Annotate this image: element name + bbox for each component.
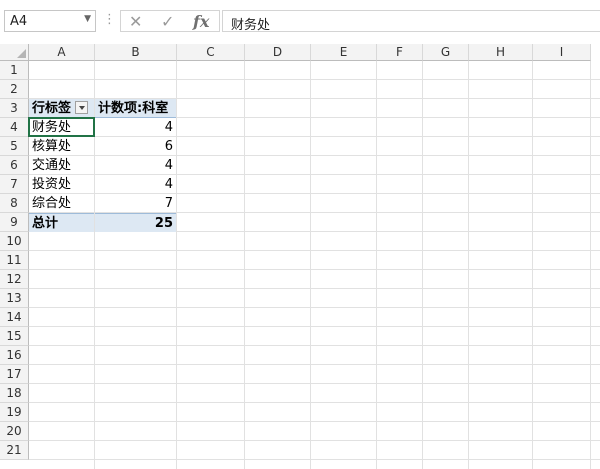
column-header-c[interactable]: C — [177, 44, 245, 61]
gridline-vertical — [176, 61, 177, 469]
gridline-horizontal — [29, 307, 600, 308]
pivot-item-count-text: 4 — [164, 120, 173, 135]
row-header-21[interactable]: 21 — [0, 441, 29, 460]
row-header-11[interactable]: 11 — [0, 251, 29, 270]
name-box[interactable]: A4 ▼ — [4, 10, 96, 32]
pivot-row-label-header-text: 行标签 — [32, 101, 72, 116]
pivot-item-label-text: 综合处 — [32, 196, 72, 211]
row-header-5[interactable]: 5 — [0, 137, 29, 156]
pivot-item-count-text: 6 — [164, 139, 173, 154]
row-header-9[interactable]: 9 — [0, 213, 29, 232]
pivot-total-label[interactable]: 总计 — [29, 213, 94, 232]
row-header-20[interactable]: 20 — [0, 422, 29, 441]
column-header-d[interactable]: D — [245, 44, 311, 61]
row-header-15[interactable]: 15 — [0, 327, 29, 346]
row-header-16[interactable]: 16 — [0, 346, 29, 365]
formula-buttons: ✕ ✓ fx — [120, 10, 220, 32]
pivot-item-label[interactable]: 交通处 — [29, 156, 94, 175]
gridline-vertical — [468, 61, 469, 469]
name-box-value: A4 — [10, 14, 28, 29]
pivot-item-label[interactable]: 投资处 — [29, 175, 94, 194]
pivot-item-count[interactable]: 4 — [95, 156, 176, 175]
pivot-item-label-text: 财务处 — [32, 120, 72, 135]
row-header-13[interactable]: 13 — [0, 289, 29, 308]
gridline-vertical — [422, 61, 423, 469]
insert-function-icon[interactable]: fx — [193, 12, 209, 31]
row-header-19[interactable]: 19 — [0, 403, 29, 422]
column-header-e[interactable]: E — [311, 44, 377, 61]
gridline-horizontal — [29, 421, 600, 422]
pivot-item-count[interactable]: 4 — [95, 175, 176, 194]
pivot-item-count[interactable]: 7 — [95, 194, 176, 213]
gridline-horizontal — [29, 345, 600, 346]
spreadsheet-grid[interactable]: A B C D E F G H I 1 2 3 4 5 6 7 8 9 10 11 12 13 14 15 16 17 18 19 20… — [0, 44, 600, 469]
row-header-7[interactable]: 7 — [0, 175, 29, 194]
pivot-value-header[interactable]: 计数项:科室 — [95, 99, 176, 118]
pivot-total-value-text: 25 — [154, 216, 173, 231]
gridline-horizontal — [29, 440, 600, 441]
enter-icon[interactable]: ✓ — [161, 12, 174, 31]
pivot-row-label-header[interactable]: 行标签 — [29, 99, 94, 118]
column-header-a[interactable]: A — [29, 44, 95, 61]
row-header-4[interactable]: 4 — [0, 118, 29, 137]
pivot-item-count[interactable]: 4 — [95, 118, 176, 137]
row-header-18[interactable]: 18 — [0, 384, 29, 403]
formula-bar-separator-icon[interactable]: ⋮ — [103, 12, 116, 27]
gridline-horizontal — [29, 326, 600, 327]
gridline-horizontal — [29, 402, 600, 403]
gridline-horizontal — [29, 250, 600, 251]
formula-input[interactable]: 财务处 — [222, 10, 600, 33]
select-all-triangle-icon — [17, 49, 26, 58]
row-header-14[interactable]: 14 — [0, 308, 29, 327]
pivot-item-count-text: 4 — [164, 158, 173, 173]
column-header-i[interactable]: I — [533, 44, 591, 61]
cancel-icon[interactable]: ✕ — [129, 12, 142, 31]
gridline-vertical — [244, 61, 245, 469]
pivot-item-label[interactable]: 财务处 — [29, 118, 94, 137]
row-header-3[interactable]: 3 — [0, 99, 29, 118]
pivot-item-count[interactable]: 6 — [95, 137, 176, 156]
pivot-item-label[interactable]: 核算处 — [29, 137, 94, 156]
pivot-item-label-text: 核算处 — [32, 139, 72, 154]
gridline-vertical — [376, 61, 377, 469]
chevron-down-icon[interactable]: ▼ — [84, 14, 91, 24]
column-header-h[interactable]: H — [469, 44, 533, 61]
gridline-horizontal — [29, 383, 600, 384]
pivot-total-label-text: 总计 — [32, 216, 59, 231]
row-header-1[interactable]: 1 — [0, 61, 29, 80]
pivot-total-value[interactable]: 25 — [95, 213, 176, 232]
gridline-vertical — [532, 61, 533, 469]
row-header-6[interactable]: 6 — [0, 156, 29, 175]
row-header-10[interactable]: 10 — [0, 232, 29, 251]
pivot-value-header-text: 计数项:科室 — [98, 101, 169, 116]
pivot-item-count-text: 7 — [164, 196, 173, 211]
pivot-item-label-text: 交通处 — [32, 158, 72, 173]
row-header-2[interactable]: 2 — [0, 80, 29, 99]
column-header-g[interactable]: G — [423, 44, 469, 61]
column-header-f[interactable]: F — [377, 44, 423, 61]
row-header-12[interactable]: 12 — [0, 270, 29, 289]
row-header-8[interactable]: 8 — [0, 194, 29, 213]
select-all-button[interactable] — [0, 44, 29, 61]
gridline-vertical — [590, 61, 591, 469]
gridline-vertical — [310, 61, 311, 469]
formula-input-value: 财务处 — [231, 18, 271, 33]
gridline-horizontal — [29, 288, 600, 289]
formula-bar: A4 ▼ ⋮ ✕ ✓ fx 财务处 — [0, 0, 600, 44]
pivot-item-label[interactable]: 综合处 — [29, 194, 94, 213]
column-header-b[interactable]: B — [95, 44, 177, 61]
filter-dropdown-icon[interactable] — [75, 101, 89, 114]
gridline-horizontal — [29, 459, 600, 460]
pivot-item-count-text: 4 — [164, 177, 173, 192]
row-header-17[interactable]: 17 — [0, 365, 29, 384]
gridline-horizontal — [29, 79, 600, 80]
pivot-item-label-text: 投资处 — [32, 177, 72, 192]
gridline-horizontal — [29, 269, 600, 270]
gridline-horizontal — [29, 364, 600, 365]
